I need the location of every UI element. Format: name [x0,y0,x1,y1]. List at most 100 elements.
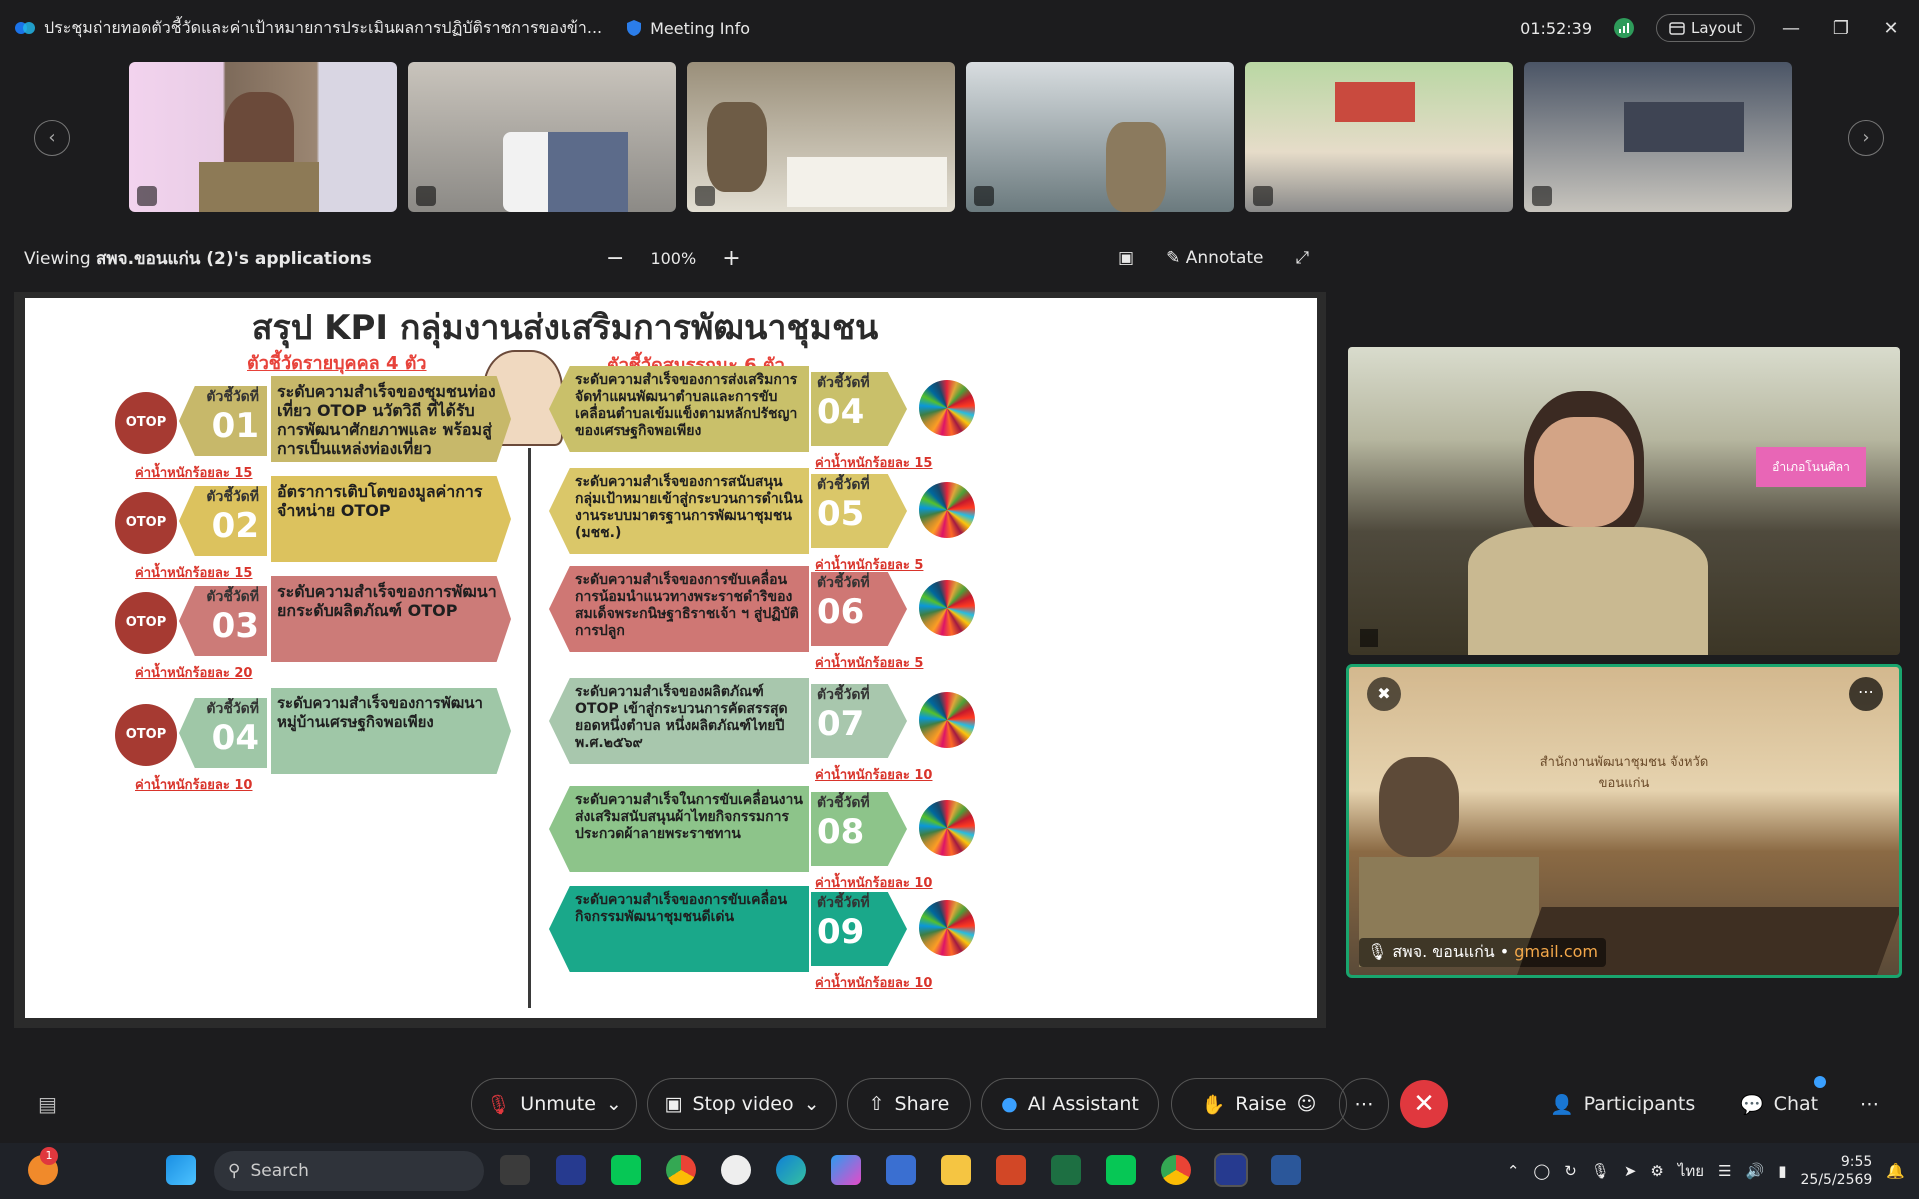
meeting-controls: ▤ 🎙 Unmute ⌄ ▣ Stop video ⌄ ⇧ Share ● AI Assis… [0,1076,1919,1130]
meeting-info-label: Meeting Info [650,18,750,38]
wifi-icon[interactable]: ☰ [1718,1162,1731,1180]
share-screen-icon: ⇧ [868,1093,885,1115]
viewing-label: Viewing สพจ.ขอนแก่น (2)'s applications [24,245,372,272]
center-timeline [528,448,531,1008]
kpi-number-box: ตัวชี้วัดที่ 06 [811,572,907,646]
clock-date: 25/5/2569 [1800,1172,1873,1188]
zoom-out-button[interactable]: − [606,246,624,271]
store-icon[interactable] [886,1155,916,1185]
restore-button[interactable]: ❐ [1827,18,1855,39]
strip-next-button[interactable]: › [1848,120,1884,156]
copilot-icon[interactable] [831,1155,861,1185]
ai-assistant-button[interactable]: ● AI Assistant [981,1078,1159,1130]
chrome-icon[interactable] [666,1155,696,1185]
participant-video-tile[interactable] [1524,62,1792,212]
annotate-button[interactable]: ✎ Annotate [1166,248,1263,268]
line-app-icon[interactable] [611,1155,641,1185]
shield-icon [627,20,642,36]
video-camera-icon: ▣ [664,1093,683,1115]
task-view-icon[interactable] [500,1155,530,1185]
update-icon[interactable]: ⚙ [1650,1162,1663,1180]
kpi-text: ระดับความสำเร็จของชุมชนท่องเที่ยว OTOP น… [277,382,496,458]
participant-video-tile[interactable] [129,62,397,212]
kpi-label: ตัวชี้วัดที่ [817,375,870,391]
viewing-name: สพจ.ขอนแก่น (2)'s applications [96,248,372,269]
raise-hand-button[interactable]: ✋ Raise ☺ [1171,1078,1347,1130]
kpi-description: ระดับความสำเร็จของชุมชนท่องเที่ยว OTOP น… [271,376,511,462]
hidden-icons-icon[interactable]: ◯ [1533,1162,1550,1180]
chrome-profile-icon[interactable] [1161,1155,1191,1185]
unread-dot-icon [1814,1076,1826,1088]
fullscreen-icon[interactable]: ⤢ [1296,248,1310,268]
screen-share-view-icon[interactable]: ▣ [1118,248,1134,268]
notifications-icon[interactable]: 🔔 [1886,1162,1905,1180]
word-icon[interactable] [1271,1155,1301,1185]
kpi-number-box: ตัวชี้วัดที่ 04 [811,372,907,446]
sdg-wheel-icon [919,692,975,748]
participants-button[interactable]: 👤 Participants [1550,1078,1695,1130]
kpi-label: ตัวชี้วัดที่ [206,589,259,605]
mic-muted-icon[interactable]: 🎙 [1591,1162,1610,1180]
chatgpt-icon[interactable] [721,1155,751,1185]
kpi-text: ระดับความสำเร็จของการขับเคลื่อนกิจกรรมพั… [575,892,788,925]
leave-meeting-button[interactable]: ✕ [1400,1080,1448,1128]
close-button[interactable]: ✕ [1877,18,1905,39]
active-speaker-tile[interactable]: สำนักงานพัฒนาชุมชน จังหวัดขอนแก่น ✖ ⋯ 🎙 … [1346,664,1902,978]
webex-active-icon[interactable] [1214,1153,1248,1187]
kpi-label: ตัวชี้วัดที่ [817,575,870,591]
kpi-right-item: ระดับความสำเร็จของการขับเคลื่อนการน้อมนำ… [549,566,975,671]
strip-prev-button[interactable]: ‹ [34,120,70,156]
minimize-button[interactable]: — [1777,18,1805,39]
taskbar-search[interactable]: ⚲ Search [214,1151,484,1191]
layout-button[interactable]: Layout [1656,14,1755,42]
chat-button[interactable]: 💬 Chat [1740,1076,1826,1130]
excel-icon[interactable] [1051,1155,1081,1185]
search-placeholder: Search [250,1161,309,1181]
location-icon[interactable]: ➤ [1624,1162,1637,1180]
layout-label: Layout [1691,19,1742,37]
room-sign: อำเภอโนนศิลา [1756,447,1866,487]
line-app-icon[interactable] [1106,1155,1136,1185]
overflow-button[interactable]: ⋯ [1860,1078,1879,1130]
more-options-icon[interactable]: ⋯ [1849,677,1883,711]
otop-badge: OTOP [115,704,177,766]
muted-mic-icon [1253,186,1273,206]
taskbar-clock[interactable]: 9:55 25/5/2569 [1801,1153,1873,1189]
unmute-button[interactable]: 🎙 Unmute ⌄ [471,1078,637,1130]
meeting-info-button[interactable]: Meeting Info [626,19,750,38]
more-button[interactable]: ⋯ [1339,1078,1389,1130]
reactions-icon[interactable]: ☺ [1297,1093,1317,1115]
stop-video-button[interactable]: ▣ Stop video ⌄ [647,1078,837,1130]
battery-icon[interactable]: ▮ [1778,1162,1786,1180]
language-indicator[interactable]: ไทย [1678,1159,1704,1183]
kpi-description: ระดับความสำเร็จในการขับเคลื่อนงานส่งเสริ… [549,786,809,872]
mic-off-icon: 🎙 [486,1093,511,1116]
share-button[interactable]: ⇧ Share [847,1078,971,1130]
kpi-number-box: ตัวชี้วัดที่ 01 [179,386,267,456]
chevron-up-icon[interactable]: ⌃ [1507,1162,1520,1180]
captions-icon[interactable]: ▤ [38,1092,57,1116]
windows-start-icon[interactable] [166,1155,196,1185]
file-explorer-icon[interactable] [941,1155,971,1185]
kpi-right-item: ระดับความสำเร็จของการขับเคลื่อนกิจกรรมพั… [549,886,975,991]
participant-video-tile[interactable] [1245,62,1513,212]
webex-app-icon[interactable] [556,1155,586,1185]
participant-video-tile[interactable] [408,62,676,212]
speaker-nametag: 🎙 สพจ. ขอนแก่น • gmail.com [1359,938,1606,967]
sync-icon[interactable]: ↻ [1564,1162,1577,1180]
powerpoint-icon[interactable] [996,1155,1026,1185]
office-sign: สำนักงานพัฒนาชุมชน จังหวัดขอนแก่น [1539,755,1709,791]
volume-icon[interactable]: 🔊 [1746,1162,1765,1180]
chat-icon: 💬 [1740,1093,1764,1116]
unpin-icon[interactable]: ✖ [1367,677,1401,711]
participant-video-tile[interactable] [966,62,1234,212]
zoom-in-button[interactable]: + [722,246,740,271]
edge-icon[interactable] [776,1155,806,1185]
kpi-text: ระดับความสำเร็จของการพัฒนายกระดับผลิตภัณ… [277,582,497,620]
room-video-tile[interactable]: อำเภอโนนศิลา [1348,347,1900,655]
participant-video-tile[interactable] [687,62,955,212]
kpi-number: 03 [211,606,259,646]
clock-time: 9:55 [1840,1154,1873,1170]
system-tray: ⌃ ◯ ↻ 🎙 ➤ ⚙ ไทย ☰ 🔊 ▮ 9:55 25/5/2569 🔔 [1507,1143,1905,1199]
kpi-right-item: ระดับความสำเร็จของการสนับสนุนกลุ่มเป้าหม… [549,468,975,573]
